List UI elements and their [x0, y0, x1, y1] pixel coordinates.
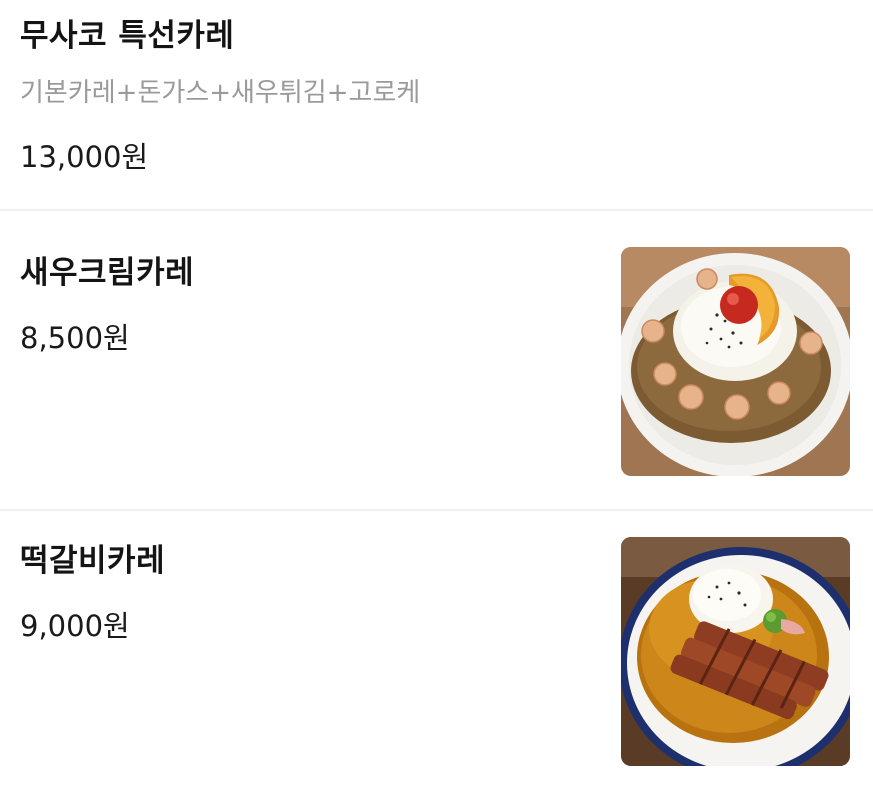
tteokgalbi-curry-photo[interactable]: [621, 537, 850, 766]
shrimp-cream-curry-photo[interactable]: [621, 247, 850, 476]
menu-item-musako-special-curry[interactable]: 무사코 특선카레 기본카레+돈가스+새우튀김+고로케 13,000원: [0, 0, 873, 211]
menu-item-price: 13,000원: [20, 140, 149, 174]
menu-item-tteokgalbi-curry[interactable]: 떡갈비카레 9,000원: [0, 511, 873, 787]
menu-list: 무사코 특선카레 기본카레+돈가스+새우튀김+고로케 13,000원 새우크림카…: [0, 0, 873, 787]
menu-item-name: 무사코 특선카레: [20, 18, 235, 54]
menu-item-name: 새우크림카레: [20, 255, 195, 291]
menu-item-price: 8,500원: [20, 321, 130, 355]
menu-item-shrimp-cream-curry[interactable]: 새우크림카레 8,500원: [0, 211, 873, 511]
menu-item-description: 기본카레+돈가스+새우튀김+고로케: [20, 78, 421, 108]
menu-item-price: 9,000원: [20, 609, 130, 643]
menu-item-name: 떡갈비카레: [20, 543, 166, 579]
